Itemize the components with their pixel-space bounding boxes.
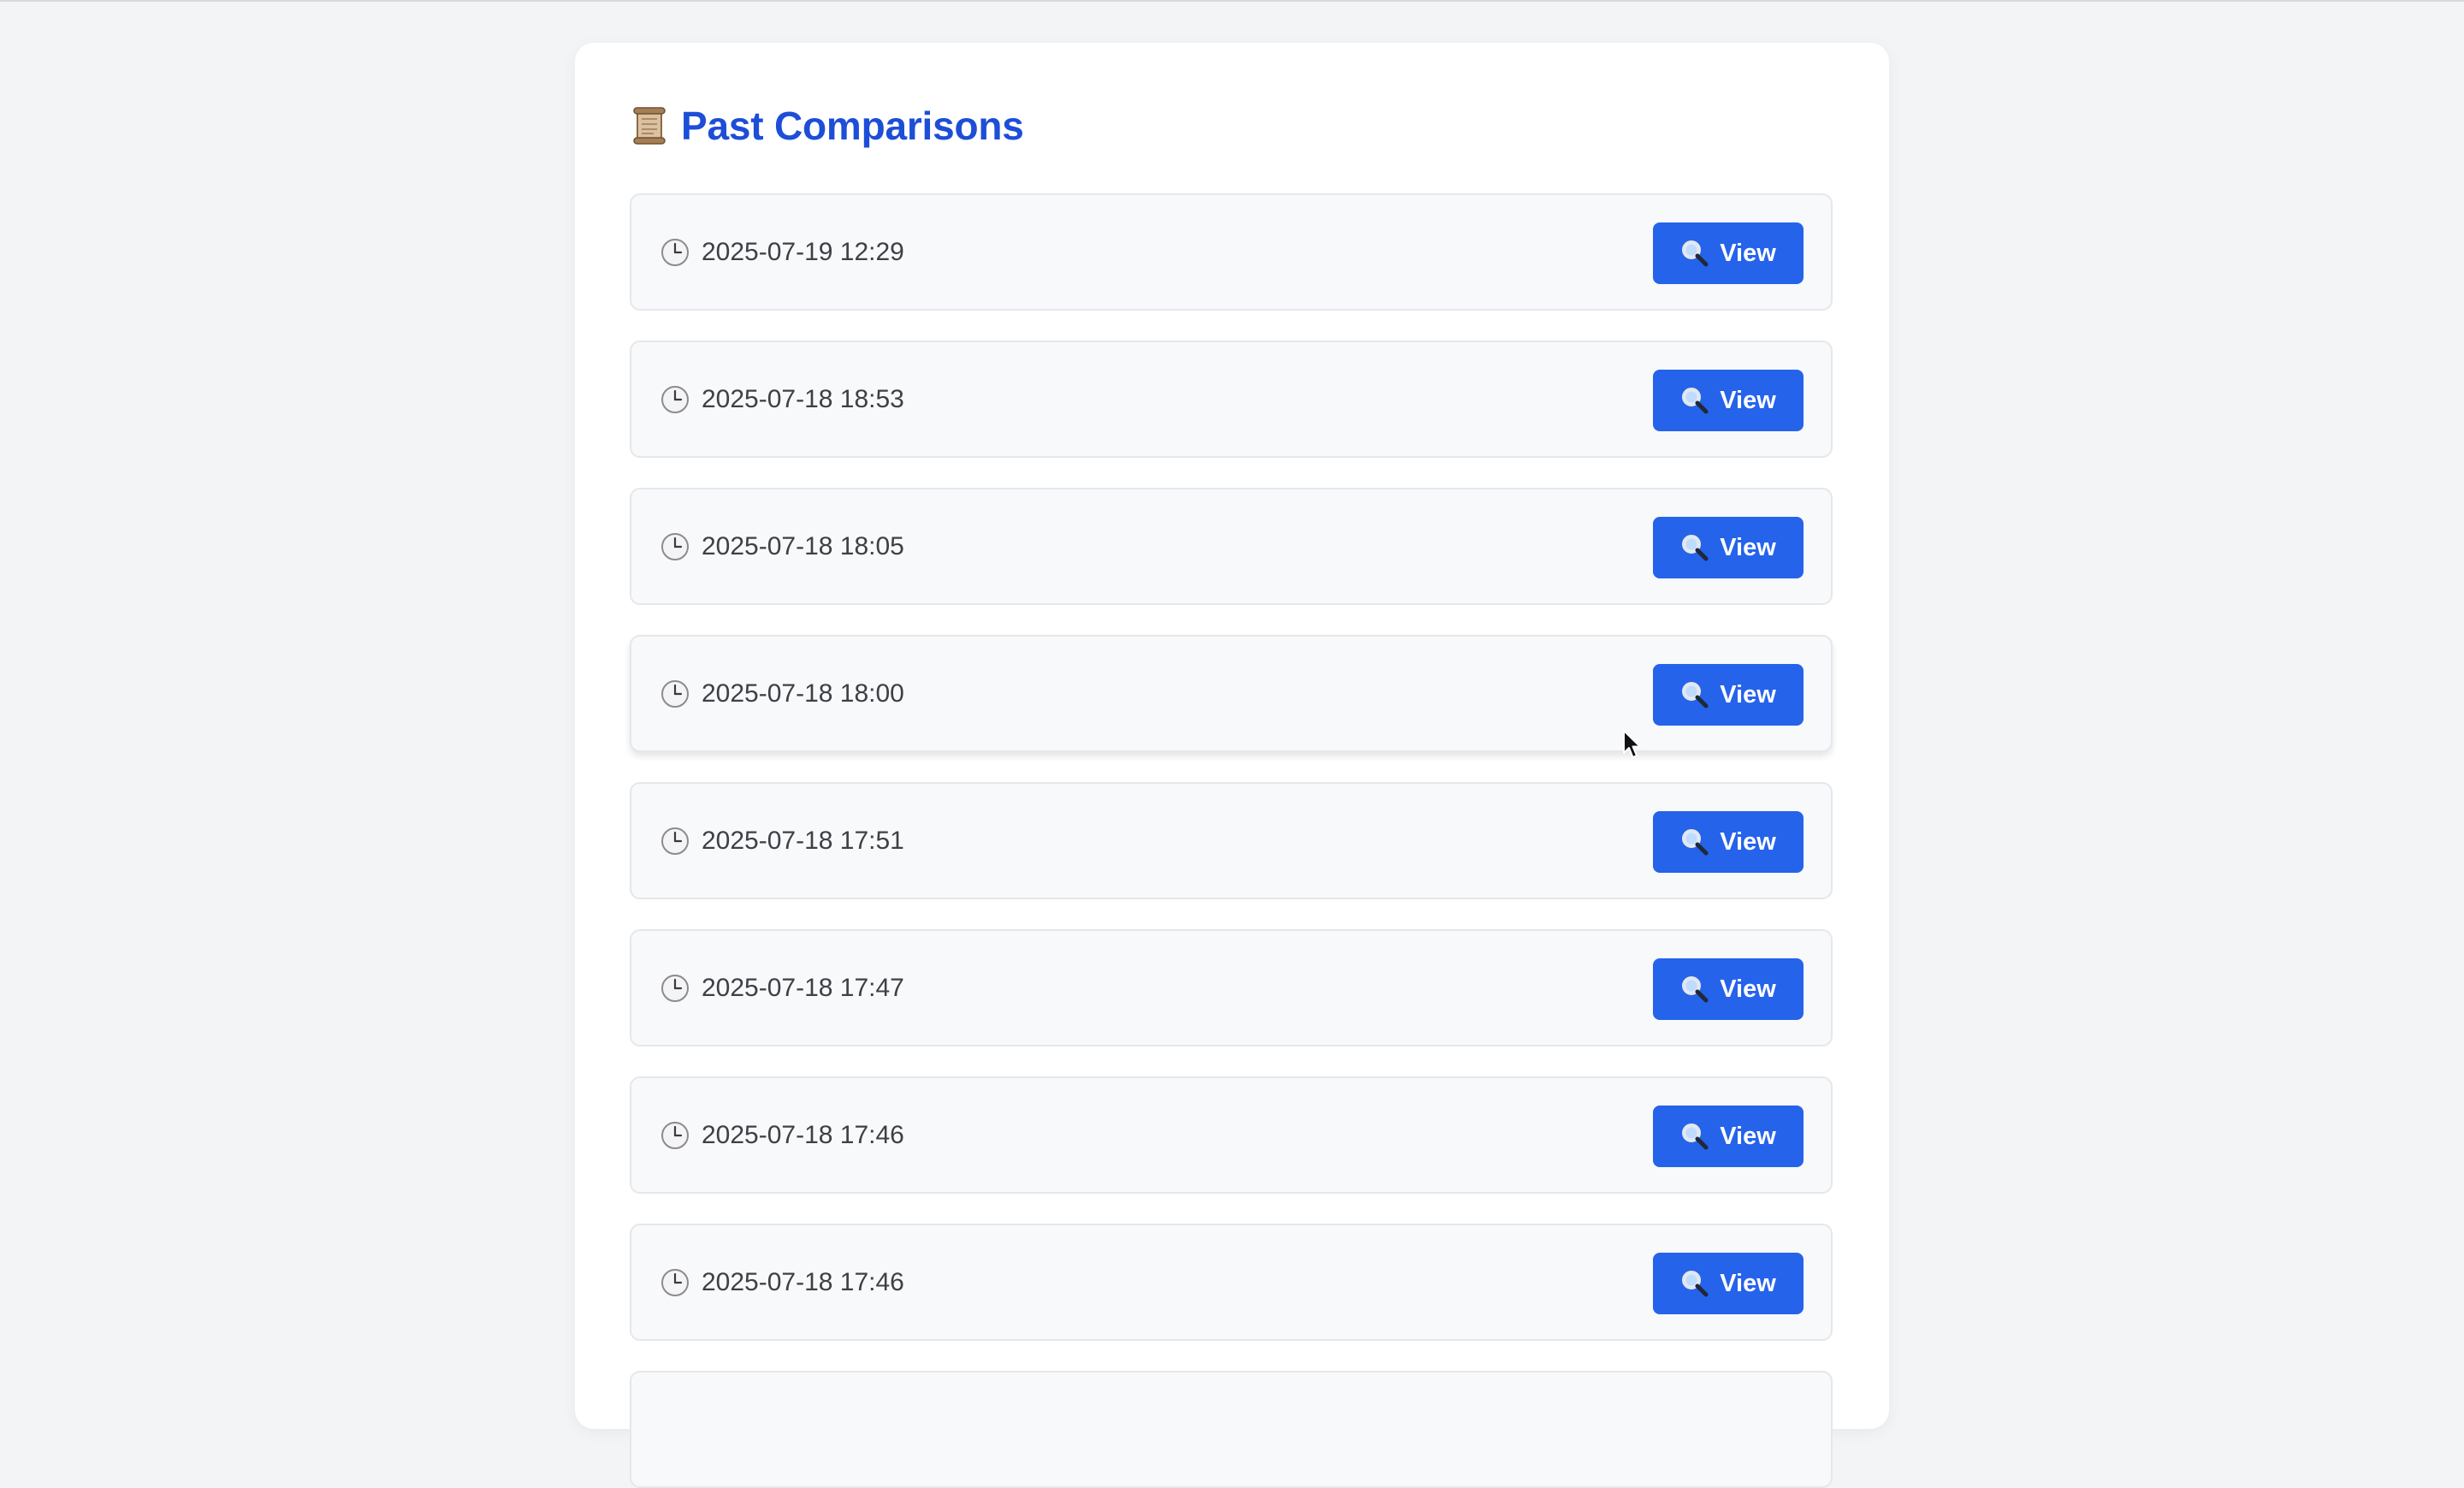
top-divider bbox=[0, 0, 2464, 2]
page-title: Past Comparisons bbox=[630, 96, 1024, 156]
list-item: 2025-07-19 12:29 View bbox=[630, 193, 1833, 311]
view-button-label: View bbox=[1720, 239, 1776, 267]
page-title-text: Past Comparisons bbox=[681, 104, 1024, 148]
magnifier-icon bbox=[1680, 1269, 1709, 1298]
list-item: 2025-07-18 17:46 View bbox=[630, 1076, 1833, 1194]
view-button[interactable]: View bbox=[1653, 370, 1804, 431]
magnifier-icon bbox=[1680, 827, 1709, 857]
clock-icon bbox=[660, 532, 690, 561]
comparisons-card: Past Comparisons 2025-07-19 12:29 View 2… bbox=[575, 43, 1889, 1488]
timestamp: 2025-07-19 12:29 bbox=[702, 237, 904, 266]
timestamp: 2025-07-18 17:46 bbox=[702, 1120, 904, 1149]
timestamp: 2025-07-18 17:47 bbox=[702, 973, 904, 1002]
list-item: 2025-07-18 18:00 View bbox=[630, 635, 1833, 752]
magnifier-icon bbox=[1680, 386, 1709, 415]
view-button-label: View bbox=[1720, 386, 1776, 414]
clock-icon bbox=[660, 238, 690, 267]
view-button-label: View bbox=[1720, 1122, 1776, 1150]
list-item: 2025-07-18 18:53 View bbox=[630, 341, 1833, 458]
magnifier-icon bbox=[1680, 533, 1709, 562]
magnifier-icon bbox=[1680, 680, 1709, 709]
timestamp: 2025-07-18 17:51 bbox=[702, 826, 904, 855]
view-button-label: View bbox=[1720, 1269, 1776, 1297]
list-item: 2025-07-18 17:51 View bbox=[630, 782, 1833, 899]
clock-icon bbox=[660, 1268, 690, 1297]
clock-icon bbox=[660, 1121, 690, 1150]
view-button[interactable]: View bbox=[1653, 1106, 1804, 1167]
magnifier-icon bbox=[1680, 239, 1709, 268]
timestamp: 2025-07-18 18:00 bbox=[702, 679, 904, 708]
clock-icon bbox=[660, 827, 690, 856]
view-button-label: View bbox=[1720, 975, 1776, 1003]
timestamp: 2025-07-18 17:46 bbox=[702, 1267, 904, 1296]
list-item: 2025-07-18 17:47 View bbox=[630, 929, 1833, 1046]
magnifier-icon bbox=[1680, 1122, 1709, 1151]
view-button[interactable]: View bbox=[1653, 1253, 1804, 1314]
view-button[interactable]: View bbox=[1653, 958, 1804, 1020]
mouse-cursor-icon bbox=[1623, 730, 1641, 758]
list-item: 2025-07-18 17:46 View bbox=[630, 1224, 1833, 1341]
view-button-label: View bbox=[1720, 827, 1776, 856]
view-button[interactable]: View bbox=[1653, 811, 1804, 873]
timestamp: 2025-07-18 18:53 bbox=[702, 384, 904, 413]
scroll-icon bbox=[630, 106, 669, 145]
clock-icon bbox=[660, 974, 690, 1003]
view-button[interactable]: View bbox=[1653, 222, 1804, 284]
list-item: 2025-07-18 18:05 View bbox=[630, 488, 1833, 605]
view-button[interactable]: View bbox=[1653, 664, 1804, 726]
list-item-partial bbox=[630, 1371, 1833, 1488]
magnifier-icon bbox=[1680, 975, 1709, 1004]
view-button-label: View bbox=[1720, 533, 1776, 561]
clock-icon bbox=[660, 385, 690, 414]
view-button-label: View bbox=[1720, 680, 1776, 708]
view-button[interactable]: View bbox=[1653, 517, 1804, 578]
timestamp: 2025-07-18 18:05 bbox=[702, 531, 904, 560]
clock-icon bbox=[660, 679, 690, 708]
